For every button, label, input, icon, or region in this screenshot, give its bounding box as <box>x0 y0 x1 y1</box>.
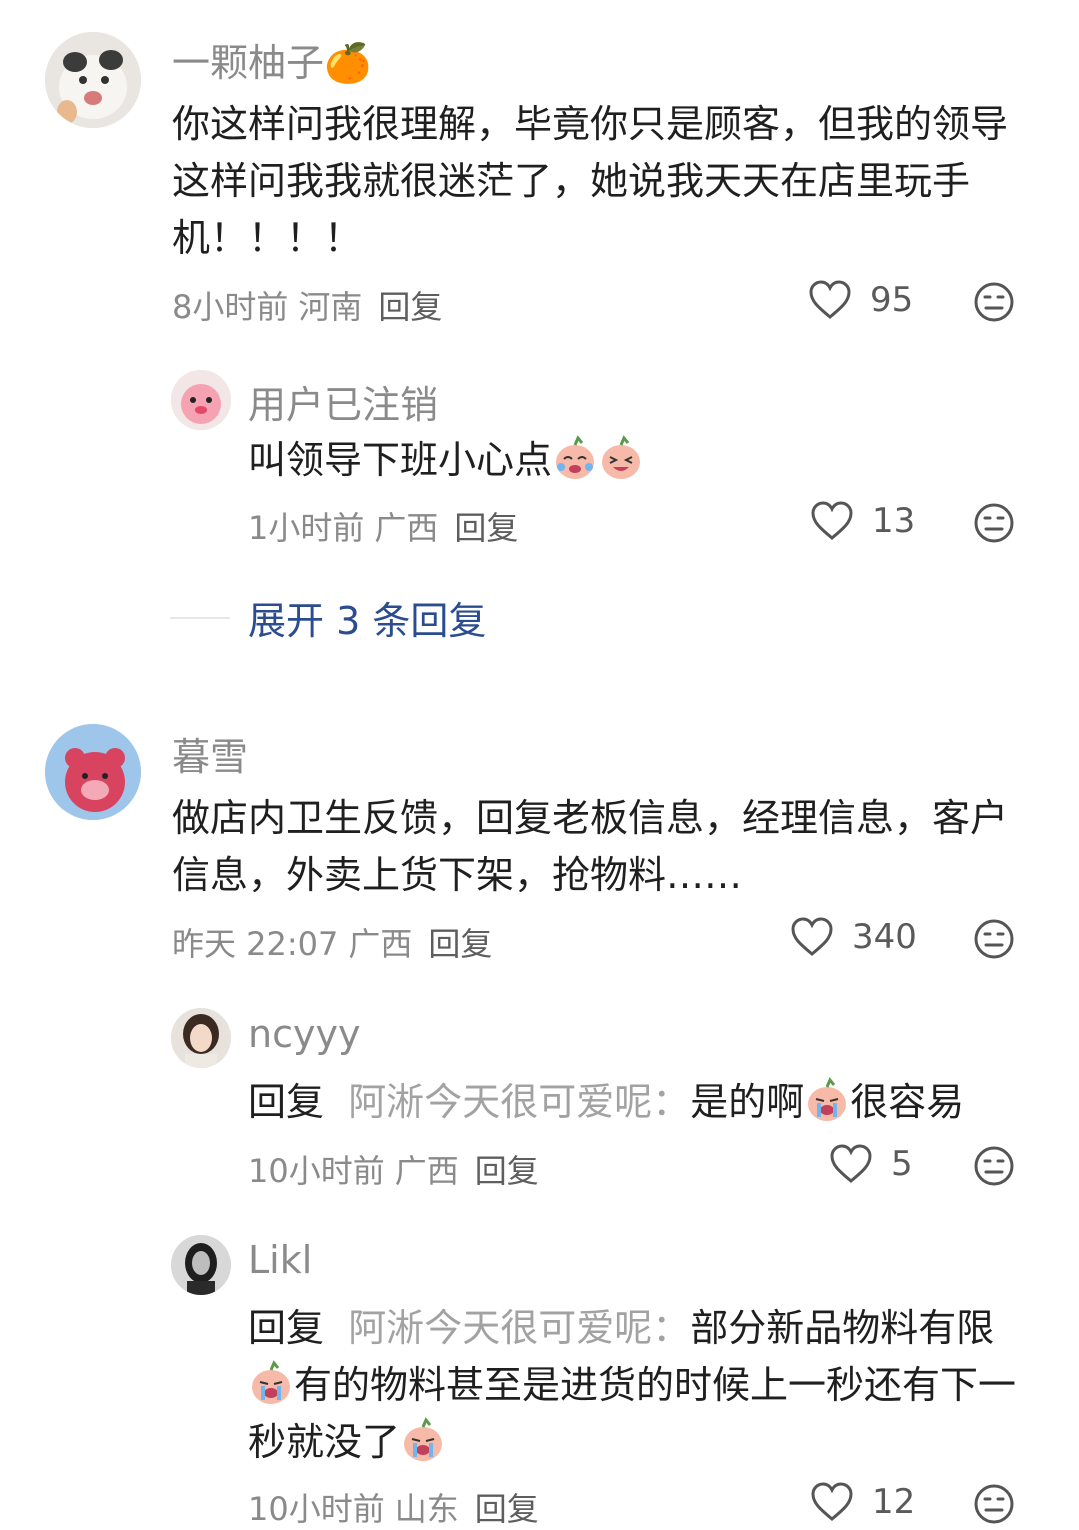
avatar[interactable] <box>171 1008 231 1068</box>
reply-button[interactable]: 回复 <box>454 509 518 547</box>
reply-author[interactable]: Likl <box>248 1238 312 1282</box>
girl-avatar-image <box>171 1008 231 1068</box>
like-count: 340 <box>852 917 917 957</box>
comment-meta: 8小时前 河南 回复 <box>172 282 442 328</box>
reply-text: 叫领导下班小心点 <box>248 432 1008 489</box>
avatar[interactable] <box>45 724 141 820</box>
reply-text: 回复 阿淅今天很可爱呢：是的啊 很容易 <box>248 1074 1048 1131</box>
divider-line <box>170 616 230 619</box>
crying-peach-emoji-icon <box>808 1077 847 1121</box>
crying-laugh-peach-emoji-icon <box>556 435 595 479</box>
meh-face-icon <box>974 1146 1014 1186</box>
meh-face-icon <box>974 503 1014 543</box>
heart-outline-icon <box>811 501 853 540</box>
crying-peach-emoji-icon <box>252 1360 290 1404</box>
comment-time: 8小时前 <box>172 288 289 326</box>
like-button[interactable]: 340 <box>790 917 917 957</box>
lotso-bear-avatar-image <box>45 724 141 820</box>
heart-outline-icon <box>809 280 851 319</box>
comment-location: 河南 <box>298 288 363 326</box>
meh-face-icon <box>974 282 1014 322</box>
like-count: 12 <box>872 1482 916 1522</box>
reply-button[interactable]: 回复 <box>475 1152 539 1190</box>
like-count: 5 <box>891 1144 913 1184</box>
reply-author[interactable]: 用户已注销 <box>248 374 438 429</box>
crying-peach-emoji-icon <box>404 1417 443 1461</box>
like-button[interactable]: 13 <box>810 501 915 541</box>
reply-target-user[interactable]: 阿淅今天很可爱呢： <box>348 1306 690 1350</box>
like-count: 13 <box>872 501 916 541</box>
comment-text: 你这样问我很理解，毕竟你只是顾客，但我的领导这样问我我就很迷茫了，她说我天天在店… <box>172 102 1009 260</box>
heart-outline-icon <box>811 1482 853 1521</box>
reply-button[interactable]: 回复 <box>475 1490 539 1528</box>
like-button[interactable]: 5 <box>829 1144 913 1184</box>
bw-girl-avatar-image <box>171 1235 231 1295</box>
comment-author[interactable]: 一颗柚子🍊 <box>172 32 371 87</box>
like-button[interactable]: 95 <box>808 280 913 320</box>
dislike-button[interactable] <box>973 502 1015 548</box>
comment-text: 做店内卫生反馈，回复老板信息，经理信息，客户信息，外卖上货下架，抢物料…… <box>172 796 1009 897</box>
reply-meta: 10小时前 山东 回复 <box>248 1490 539 1528</box>
meh-face-icon <box>974 919 1014 959</box>
reply-button[interactable]: 回复 <box>378 288 442 326</box>
reply-meta: 1小时前 广西 回复 <box>248 509 519 547</box>
heart-outline-icon <box>791 917 833 956</box>
cat-avatar-image <box>45 32 141 128</box>
reply-meta: 10小时前 广西 回复 <box>248 1152 539 1190</box>
avatar[interactable] <box>45 32 141 128</box>
comment-author[interactable]: 暮雪 <box>172 726 248 781</box>
like-count: 95 <box>870 280 914 320</box>
meh-face-icon <box>974 1484 1014 1524</box>
reply-author[interactable]: ncyyy <box>248 1012 360 1056</box>
heart-outline-icon <box>830 1144 872 1183</box>
dislike-button[interactable] <box>973 1483 1015 1529</box>
reply-target-user[interactable]: 阿淅今天很可爱呢： <box>348 1080 690 1124</box>
expand-replies-label: 展开 3 条回复 <box>248 599 487 643</box>
dislike-button[interactable] <box>973 1145 1015 1191</box>
reply-button[interactable]: 回复 <box>428 925 492 963</box>
dislike-button[interactable] <box>973 281 1015 327</box>
pink-beaver-avatar-image <box>171 370 231 430</box>
avatar[interactable] <box>171 1235 231 1295</box>
laughing-peach-emoji-icon <box>602 435 641 479</box>
like-button[interactable]: 12 <box>810 1482 915 1522</box>
reply-text: 回复 阿淅今天很可爱呢：部分新品物料有限有的物料甚至是进货的时候上一秒还有下一秒… <box>248 1306 1017 1464</box>
comment-meta: 昨天 22:07 广西 回复 <box>172 925 493 963</box>
dislike-button[interactable] <box>973 918 1015 964</box>
avatar[interactable] <box>171 370 231 430</box>
expand-replies[interactable]: 展开 3 条回复 <box>170 590 486 645</box>
orange-emoji-icon: 🍊 <box>324 41 372 85</box>
